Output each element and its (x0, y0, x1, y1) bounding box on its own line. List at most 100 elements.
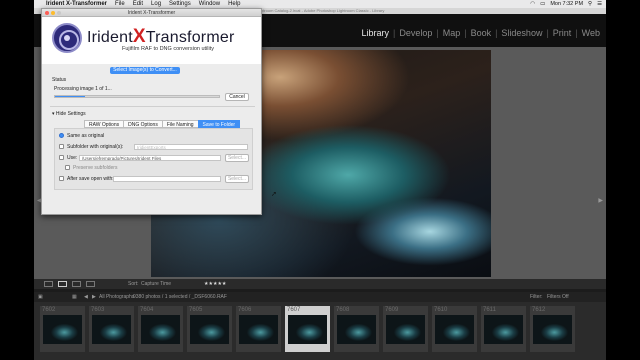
menu-file[interactable]: File (115, 1, 125, 7)
select-folder-button[interactable]: Select... (225, 154, 249, 162)
filmstrip-thumbnail[interactable]: 7603 (88, 305, 135, 353)
subfolder-checkbox[interactable] (59, 144, 64, 149)
thumbnail-image[interactable] (92, 315, 131, 344)
filmstrip-thumbnail[interactable]: 7612 (529, 305, 576, 353)
thumbnail-number: 7605 (189, 307, 203, 313)
module-slideshow[interactable]: Slideshow (497, 28, 546, 38)
brand-prefix: Irident (87, 29, 133, 46)
filmstrip-thumbnail[interactable]: 7607 (284, 305, 331, 353)
zoom-icon[interactable] (57, 11, 61, 15)
close-icon[interactable] (45, 11, 49, 15)
thumbnail-number: 7611 (483, 307, 496, 313)
filmstrip-thumbnail[interactable]: 7606 (235, 305, 282, 353)
menu-clock[interactable]: Mon 7:32 PM (550, 1, 583, 7)
tab-raw-options[interactable]: RAW Options (84, 120, 124, 128)
filter-label: Filter: (530, 294, 543, 300)
right-panel-toggle-icon[interactable]: ▶ (598, 197, 603, 204)
filmstrip-navigation: ▣ ▦ ◀ ▶ All Photographs 9380 photos / 1 … (34, 292, 606, 302)
tab-save-to-folder[interactable]: Save to Folder (197, 120, 241, 128)
sort-value[interactable]: Capture Time (141, 281, 171, 287)
menu-help[interactable]: Help (228, 1, 240, 7)
rating-stars[interactable]: ★★★★★ (204, 281, 226, 287)
use-label: Use: (67, 155, 78, 161)
use-folder-checkbox[interactable] (59, 155, 64, 160)
cancel-button[interactable]: Cancel (225, 93, 249, 101)
loupe-view-icon[interactable] (58, 281, 67, 287)
hide-settings-label[interactable]: Hide Settings (56, 111, 86, 117)
thumbnail-number: 7612 (532, 307, 546, 313)
battery-icon[interactable]: ▭ (540, 1, 545, 7)
survey-view-icon[interactable] (86, 281, 95, 287)
menu-bar: Irident X-Transformer File Edit Log Sett… (34, 0, 606, 8)
thumbnail-image[interactable] (288, 315, 327, 344)
status-text: Processing image 1 of 1... (54, 86, 112, 92)
hide-settings-toggle[interactable]: ▾ Hide Settings (52, 111, 86, 117)
thumbnail-image[interactable] (239, 315, 278, 344)
preserve-subfolders-checkbox[interactable] (65, 165, 70, 170)
nav-grid-icon[interactable]: ▦ (72, 294, 77, 300)
wifi-icon[interactable]: ◠ (530, 1, 535, 7)
same-as-original-label: Same as original (67, 133, 105, 139)
filmstrip-thumbnail[interactable]: 7609 (382, 305, 429, 353)
filmstrip-thumbnail[interactable]: 7602 (39, 305, 86, 353)
disclosure-triangle-icon[interactable]: ▾ (52, 111, 55, 117)
menu-app-name[interactable]: Irident X-Transformer (46, 1, 107, 7)
module-map[interactable]: Map (439, 28, 465, 38)
compare-view-icon[interactable] (72, 281, 81, 287)
grid-view-icon[interactable] (44, 281, 53, 287)
subfolder-label: Subfolder with original(s): (67, 144, 124, 150)
source-label[interactable]: All Photographs (99, 294, 134, 300)
back-arrow-icon[interactable]: ◀ (84, 294, 88, 300)
filmstrip-thumbnail[interactable]: 7611 (480, 305, 527, 353)
menu-log[interactable]: Log (151, 1, 161, 7)
filmstrip-thumbnail[interactable]: 7604 (137, 305, 184, 353)
thumbnail-image[interactable] (386, 315, 425, 344)
preserve-subfolders-label: Preserve subfolders (73, 165, 118, 171)
tagline: Fujifilm RAF to DNG conversion utility (122, 46, 214, 52)
module-web[interactable]: Web (578, 28, 604, 38)
module-print[interactable]: Print (549, 28, 576, 38)
filter-dropdown[interactable]: Filters Off (547, 294, 569, 300)
menu-edit[interactable]: Edit (133, 1, 143, 7)
minimize-icon[interactable] (51, 11, 55, 15)
progress-fill (55, 96, 85, 97)
same-as-original-radio[interactable] (59, 133, 64, 138)
xt-titlebar[interactable]: Irident X-Transformer (42, 9, 261, 17)
thumbnail-image[interactable] (43, 315, 82, 344)
after-save-label: After save open with: (67, 176, 114, 182)
forward-arrow-icon[interactable]: ▶ (92, 294, 96, 300)
thumbnail-image[interactable] (533, 315, 572, 344)
filmstrip-thumbnail[interactable]: 7610 (431, 305, 478, 353)
thumbnail-image[interactable] (435, 315, 474, 344)
irident-logo-icon (52, 23, 82, 53)
use-path-input[interactable]: /Users/efremprado/Pictures/Irident Files (79, 155, 221, 161)
panel-toggle-icon[interactable]: ▣ (38, 294, 43, 300)
tab-dng-options[interactable]: DNG Options (123, 120, 162, 128)
status-label: Status (52, 77, 67, 83)
thumbnail-image[interactable] (484, 315, 523, 344)
brand-x: X (132, 26, 146, 47)
thumbnail-image[interactable] (141, 315, 180, 344)
menu-list-icon[interactable]: ☰ (597, 1, 602, 7)
filmstrip[interactable]: 7602 7603 7604 7605 7606 7607 7608 7609 7610 7611… (34, 302, 606, 360)
select-images-button[interactable]: Select Image(s) to Convert... (110, 67, 180, 74)
after-save-checkbox[interactable] (59, 176, 64, 181)
menu-settings[interactable]: Settings (169, 1, 191, 7)
menu-window[interactable]: Window (199, 1, 220, 7)
filmstrip-thumbnail[interactable]: 7608 (333, 305, 380, 353)
mouse-pointer-icon: ➚ (271, 191, 277, 198)
thumbnail-number: 7604 (140, 307, 154, 313)
thumbnail-image[interactable] (337, 315, 376, 344)
after-save-app-input[interactable] (113, 176, 221, 182)
search-icon[interactable]: ⚲ (588, 1, 592, 7)
select-app-button[interactable]: Select... (225, 175, 249, 183)
thumbnail-image[interactable] (190, 315, 229, 344)
tab-file-naming[interactable]: File Naming (161, 120, 198, 128)
sort-label: Sort: (128, 281, 139, 287)
module-library[interactable]: Library (357, 28, 393, 38)
module-book[interactable]: Book (467, 28, 496, 38)
module-develop[interactable]: Develop (395, 28, 436, 38)
filmstrip-thumbnail[interactable]: 7605 (186, 305, 233, 353)
brand-suffix: Transformer (145, 29, 235, 46)
subfolder-input[interactable]: IridientExports (134, 144, 248, 150)
